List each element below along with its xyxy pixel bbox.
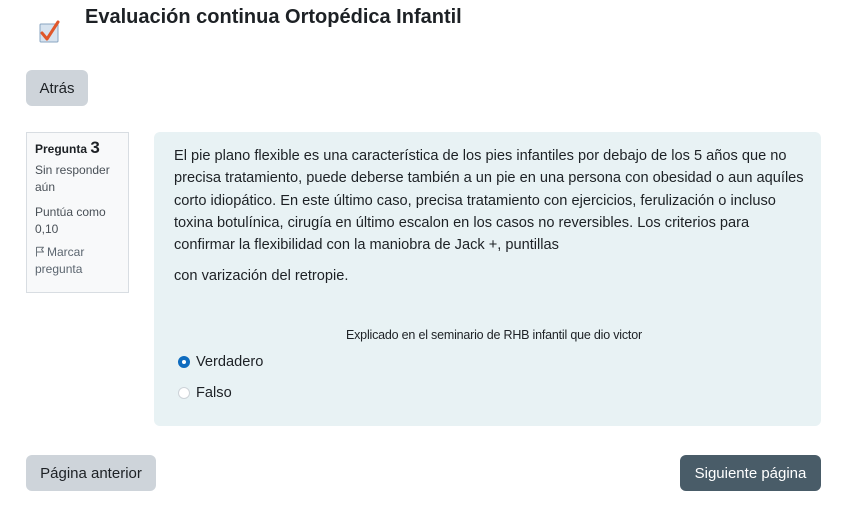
quiz-icon — [39, 20, 60, 43]
back-button[interactable]: Atrás — [26, 70, 88, 106]
radio-falso[interactable] — [178, 387, 190, 399]
question-number: 3 — [90, 138, 100, 157]
question-number-line: Pregunta 3 — [35, 139, 120, 158]
question-label: Pregunta — [35, 142, 88, 156]
radio-verdadero[interactable] — [178, 356, 190, 368]
flag-question-link[interactable]: Marcar pregunta — [35, 244, 120, 278]
option-verdadero[interactable]: Verdadero — [178, 354, 263, 370]
question-text: El pie plano flexible es una característ… — [174, 148, 804, 254]
next-page-button[interactable]: Siguiente página — [680, 455, 821, 491]
option-falso[interactable]: Falso — [178, 385, 232, 401]
question-state: Sin responder aún — [35, 163, 110, 194]
previous-page-button[interactable]: Página anterior — [26, 455, 156, 491]
question-text-tail: con varización del retropie. — [174, 268, 349, 284]
page-title: Evaluación continua Ortopédica Infantil — [85, 6, 462, 28]
question-grade: Puntúa como 0,10 — [35, 205, 106, 236]
page-header — [36, 6, 66, 46]
question-content: El pie plano flexible es una característ… — [154, 132, 821, 426]
flag-icon — [36, 246, 44, 257]
question-note: Explicado en el seminario de RHB infanti… — [346, 328, 642, 342]
option-verdadero-label: Verdadero — [196, 354, 264, 370]
question-info-panel: Pregunta 3 Sin responder aún Puntúa como… — [26, 132, 129, 293]
option-falso-label: Falso — [196, 385, 232, 401]
